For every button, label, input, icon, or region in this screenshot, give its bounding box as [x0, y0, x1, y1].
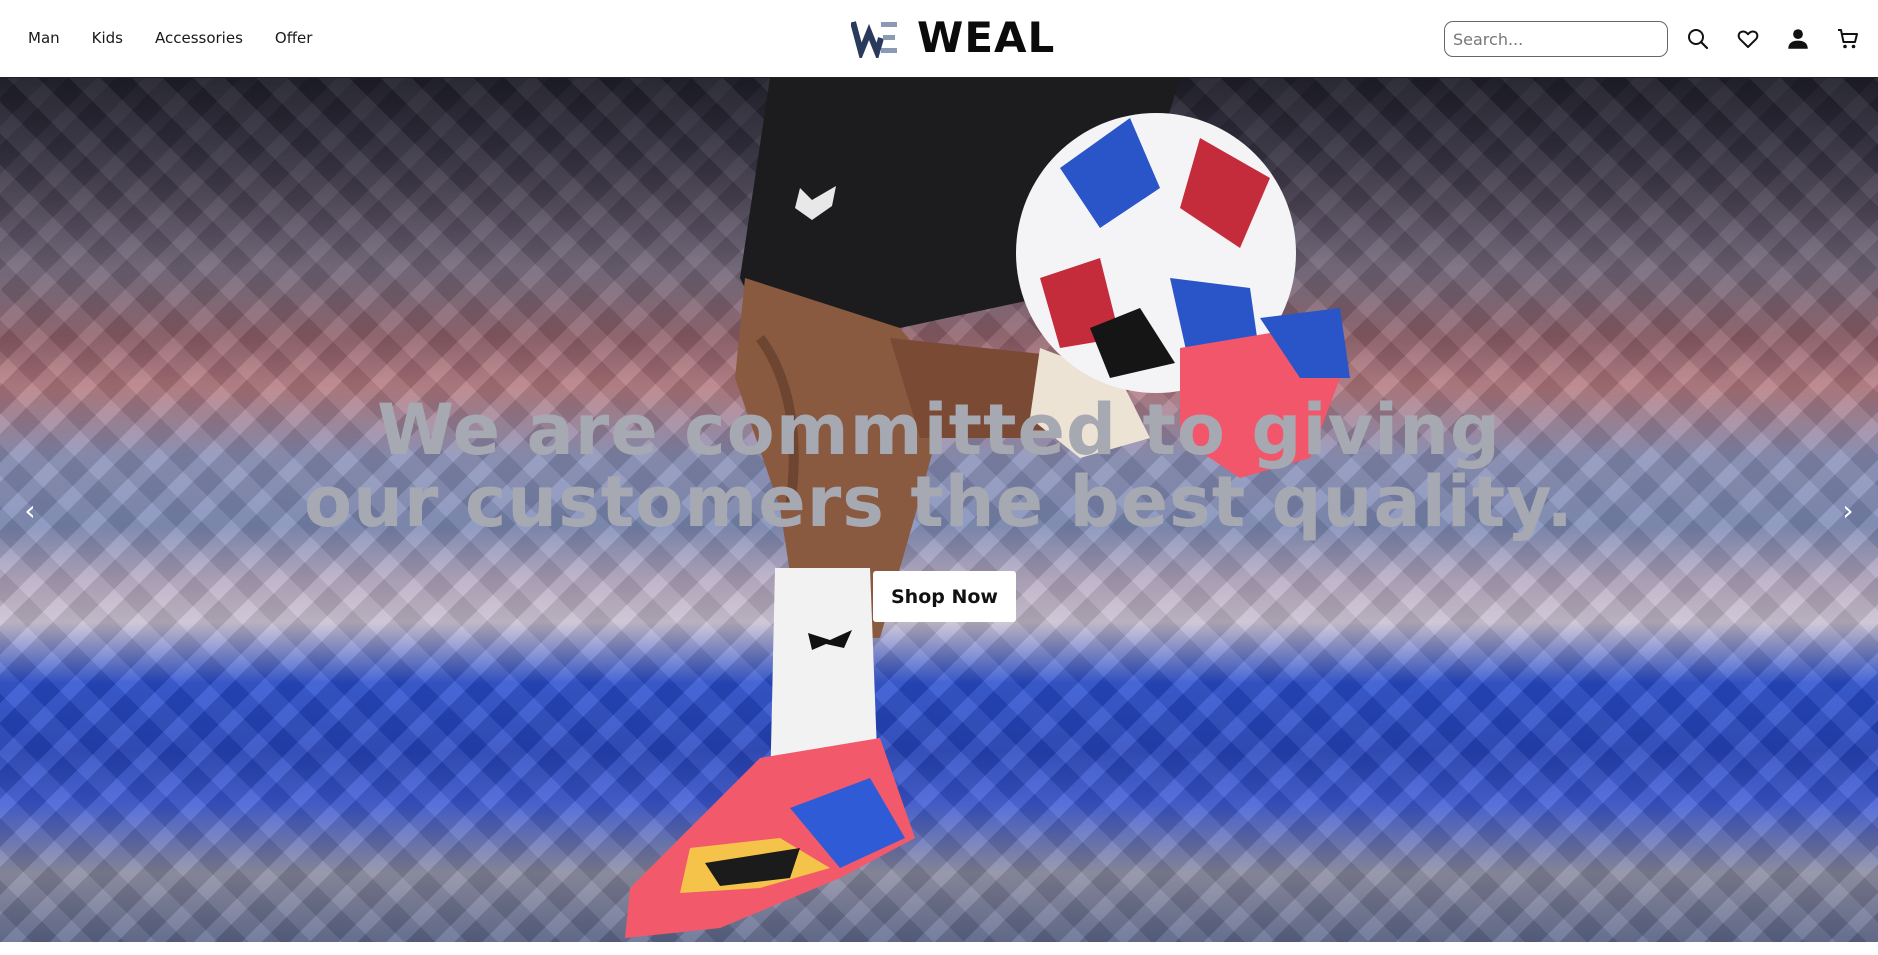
hero-banner: We are committed to giving our customers… [0, 78, 1878, 942]
carousel-next-arrow-icon[interactable]: › [1836, 496, 1860, 526]
nav-item-accessories[interactable]: Accessories [155, 29, 243, 47]
carousel-prev-arrow-icon[interactable]: ‹ [18, 496, 42, 526]
nav-item-man[interactable]: Man [28, 29, 60, 47]
search-input[interactable] [1444, 21, 1668, 57]
brand-logo[interactable]: WEAL [850, 13, 1056, 62]
main-nav: Man Kids Accessories Offer [28, 0, 312, 76]
shop-now-button[interactable]: Shop Now [873, 571, 1016, 622]
nav-item-offer[interactable]: Offer [275, 29, 313, 47]
user-icon[interactable] [1778, 19, 1818, 59]
brand-name: WEAL [917, 13, 1056, 62]
heart-icon[interactable] [1728, 19, 1768, 59]
hero-headline-line-2: our customers the best quality. [304, 461, 1574, 543]
hero-headline: We are committed to giving our customers… [0, 394, 1878, 538]
cart-icon[interactable] [1828, 19, 1868, 59]
search-icon[interactable] [1678, 19, 1718, 59]
site-header: Man Kids Accessories Offer WEAL [0, 0, 1878, 78]
nav-item-kids[interactable]: Kids [92, 29, 123, 47]
logo-mark-icon [850, 18, 899, 62]
hero-headline-line-1: We are committed to giving [376, 389, 1502, 471]
header-tools [1444, 19, 1868, 59]
